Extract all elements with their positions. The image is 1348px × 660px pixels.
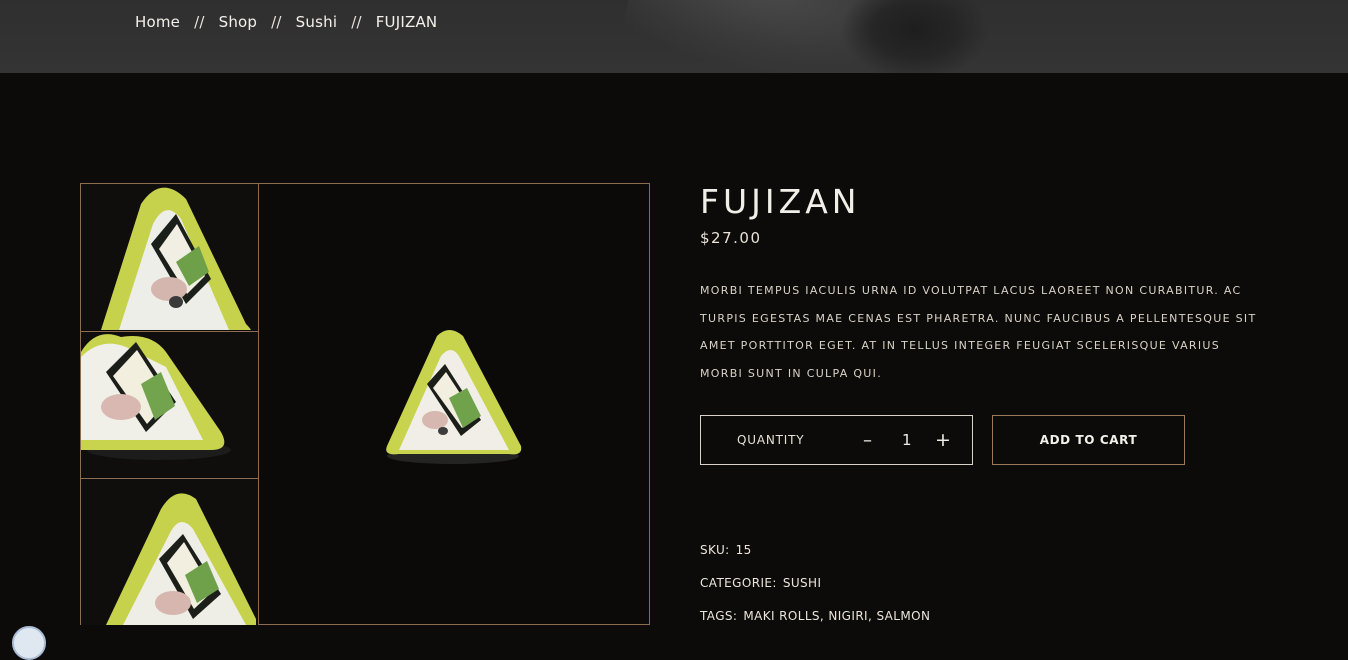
breadcrumb-sushi[interactable]: Sushi	[296, 13, 338, 31]
product-gallery	[80, 183, 650, 625]
tags-row: TAGS: MAKI ROLLS, NIGIRI, SALMON	[700, 607, 930, 640]
sushi-thumbnail-image	[101, 187, 251, 330]
gallery-thumbnail[interactable]	[81, 331, 258, 478]
gallery-thumbnail[interactable]	[81, 478, 258, 625]
gallery-main-image[interactable]	[259, 184, 649, 624]
quantity-increase-button[interactable]: +	[935, 429, 951, 451]
product-description: MORBI TEMPUS IACULIS URNA ID VOLUTPAT LA…	[700, 284, 1257, 380]
quantity-value[interactable]: 1	[902, 431, 912, 449]
add-to-cart-button[interactable]: ADD TO CART	[992, 415, 1185, 465]
breadcrumb-current: FUJIZAN	[375, 13, 438, 31]
breadcrumb-separator: //	[351, 13, 362, 31]
sku-label: SKU:	[700, 543, 730, 557]
quantity-label: QUANTITY	[737, 433, 805, 447]
breadcrumb-shop[interactable]: Shop	[219, 13, 258, 31]
category-row: CATEGORIE: SUSHI	[700, 574, 930, 607]
breadcrumb-separator: //	[271, 13, 282, 31]
product-title: FUJIZAN	[700, 182, 861, 221]
quantity-stepper: QUANTITY – 1 +	[700, 415, 973, 465]
breadcrumb-separator: //	[194, 13, 205, 31]
tag-link[interactable]: SALMON	[876, 609, 930, 623]
quantity-decrease-button[interactable]: –	[863, 430, 872, 451]
product-meta: SKU: 15 CATEGORIE: SUSHI TAGS: MAKI ROLLS, …	[700, 541, 930, 640]
sku-value: 15	[735, 543, 752, 557]
sushi-thumbnail-image	[106, 493, 256, 625]
gallery-thumbnails	[81, 184, 259, 625]
tag-link[interactable]: NIGIRI	[828, 609, 868, 623]
breadcrumb: Home // Shop // Sushi // FUJIZAN	[135, 13, 437, 31]
tag-link[interactable]: MAKI ROLLS	[743, 609, 820, 623]
tags-label: TAGS:	[700, 609, 738, 623]
category-label: CATEGORIE:	[700, 576, 777, 590]
sushi-main-image	[386, 330, 522, 464]
product-price: $27.00	[700, 229, 762, 247]
floating-widget-icon[interactable]	[12, 626, 46, 660]
product-details: FUJIZAN $27.00 MORBI TEMPUS IACULIS URNA…	[700, 182, 1260, 623]
purchase-actions: QUANTITY – 1 + ADD TO CART	[700, 415, 1185, 465]
hero-banner: Home // Shop // Sushi // FUJIZAN	[0, 0, 1348, 73]
category-link[interactable]: SUSHI	[783, 576, 822, 590]
gallery-thumbnail[interactable]	[81, 184, 258, 330]
sushi-thumbnail-image	[81, 334, 231, 460]
sku-row: SKU: 15	[700, 541, 930, 574]
hero-background-shadow	[840, 0, 990, 73]
breadcrumb-home[interactable]: Home	[135, 13, 180, 31]
